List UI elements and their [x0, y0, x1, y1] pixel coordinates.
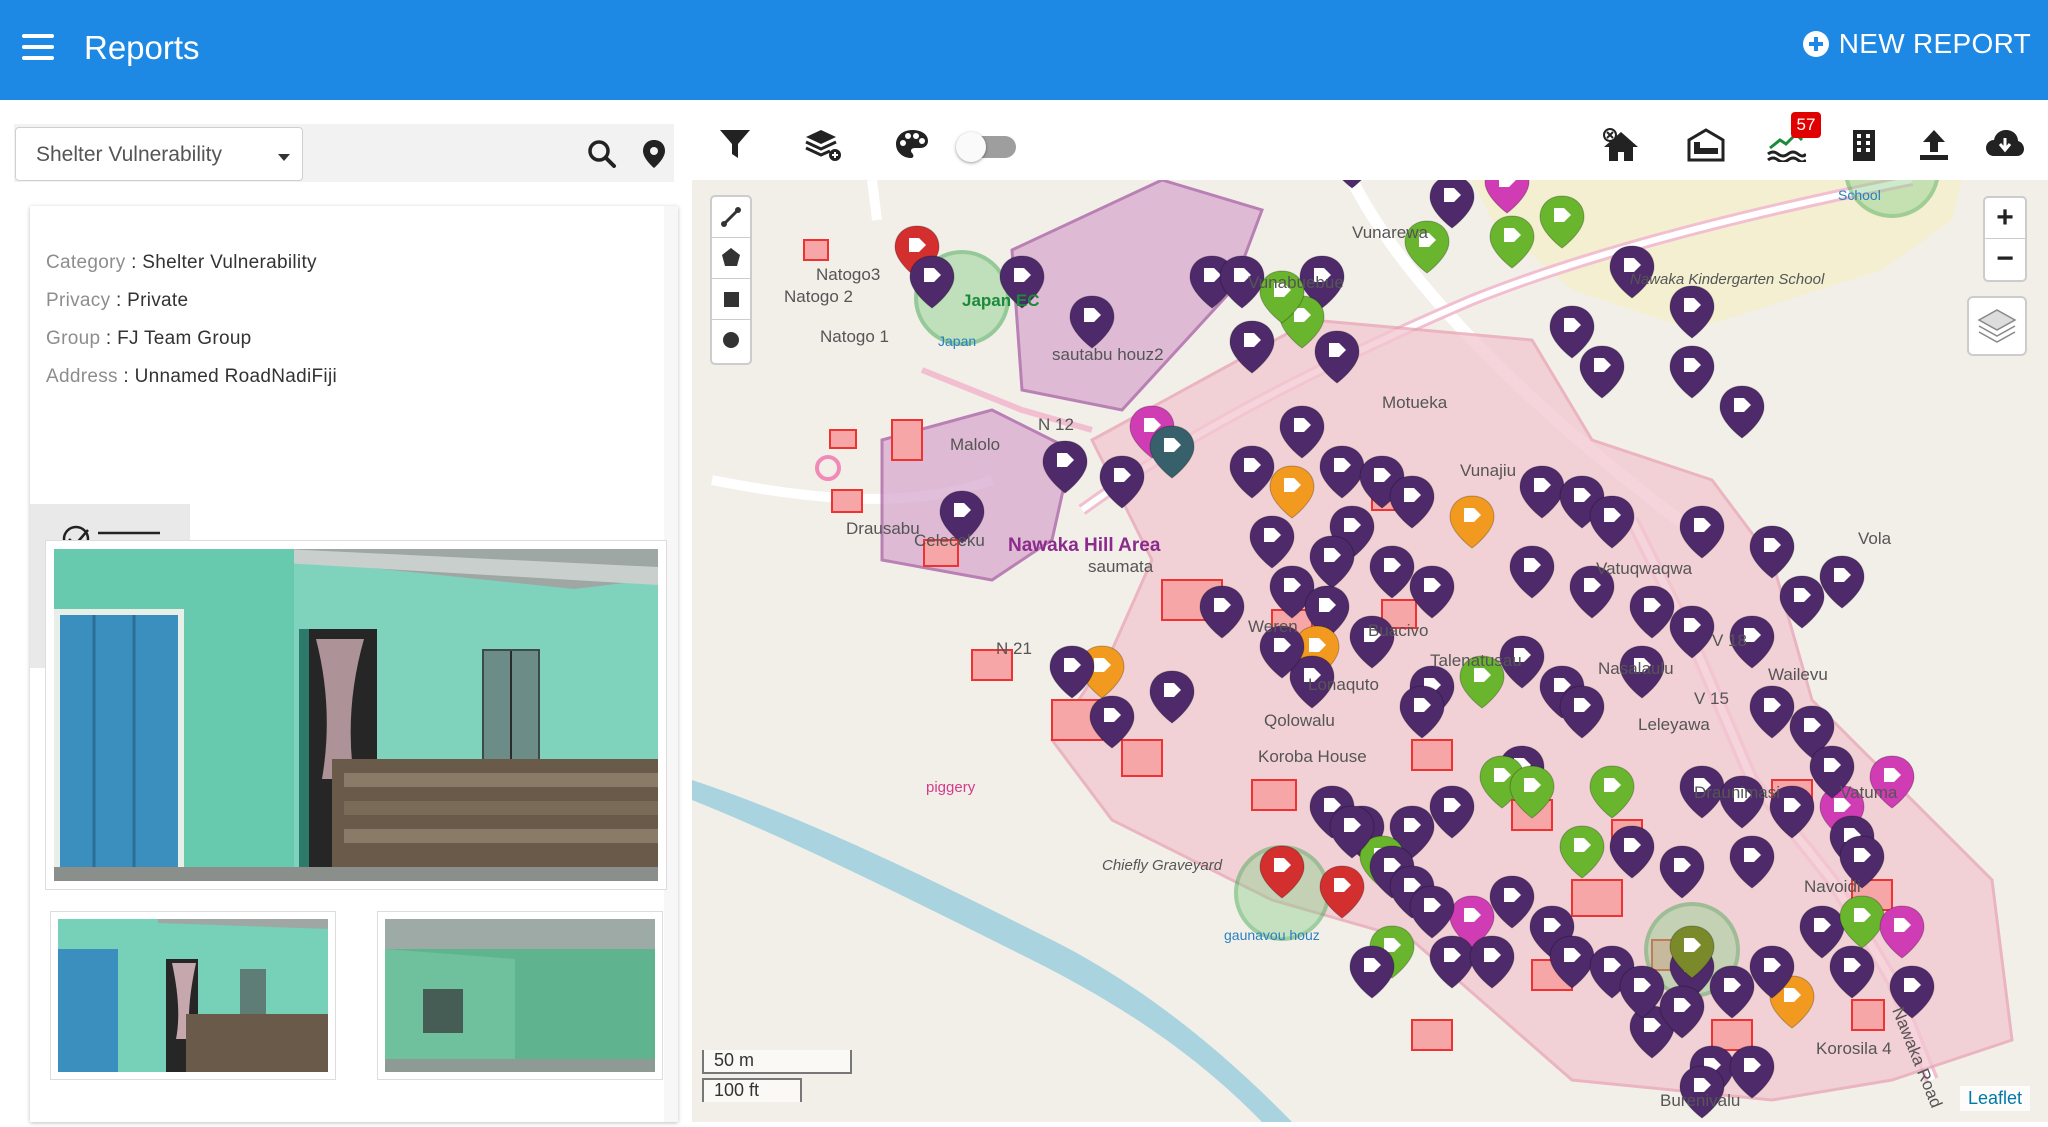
report-photo-thumb-1[interactable]: [50, 911, 336, 1080]
map-label: School: [1838, 187, 1881, 203]
meta-privacy: Privacy : Private: [46, 290, 189, 311]
map-label: Motueka: [1382, 393, 1448, 412]
map-label: Korosila 4: [1816, 1039, 1892, 1058]
map-label: Japan: [938, 333, 976, 349]
evacuation-center-icon[interactable]: [1687, 128, 1725, 162]
map-label: Nasalaulu: [1598, 659, 1674, 678]
zoom-in-button[interactable]: +: [1985, 198, 2025, 239]
draw-toolbar: [710, 195, 752, 365]
map-label: Koroba House: [1258, 747, 1367, 766]
page-title: Reports: [84, 29, 200, 66]
house-photo: [54, 549, 658, 881]
house-thumbnail: [58, 919, 328, 1072]
meta-value: Private: [127, 290, 189, 311]
draw-circle-icon[interactable]: [712, 320, 750, 361]
map-label: Natogo3: [816, 265, 880, 284]
filter-icon[interactable]: [718, 128, 752, 160]
search-bar: Shelter Vulnerability: [14, 124, 674, 182]
meta-key: Group: [46, 328, 101, 349]
add-circle-icon: [1802, 31, 1829, 57]
draw-polygon-icon[interactable]: [712, 238, 750, 279]
map-label: Vunabuebue: [1248, 273, 1344, 292]
meta-key: Privacy: [46, 290, 111, 311]
map-label: Malolo: [950, 435, 1000, 454]
report-photo-thumb-2[interactable]: [377, 911, 663, 1080]
caret-down-icon: [278, 154, 290, 161]
meta-value: Unnamed RoadNadiFiji: [134, 366, 337, 387]
building-icon[interactable]: [1850, 128, 1878, 162]
map-view[interactable]: Vunarewa Vunabuebue Natogo3 Natogo 2 Nat…: [692, 122, 2048, 1122]
map-style-toggle[interactable]: [956, 132, 1016, 162]
wall-thumbnail: [385, 919, 655, 1072]
report-panel: Shelter Vulnerability Category : Shelter…: [14, 124, 678, 1122]
map-label: piggery: [926, 779, 976, 796]
map-toolbar: [692, 114, 2048, 180]
map-label: N 12: [1038, 415, 1074, 434]
shelter-house-icon[interactable]: [1602, 128, 1640, 162]
notification-badge: 57: [1791, 112, 1821, 138]
map-label: V 15: [1694, 689, 1729, 708]
map-label: Buacivo: [1368, 621, 1428, 640]
layers-button[interactable]: [1967, 296, 2027, 356]
meta-category: Category : Shelter Vulnerability: [46, 252, 317, 273]
meta-value: FJ Team Group: [117, 328, 252, 349]
map-label: Lonaquto: [1308, 675, 1379, 694]
scale-imperial: 100 ft: [702, 1078, 802, 1102]
map-label: Navoidi: [1804, 877, 1861, 896]
new-report-button[interactable]: NEW REPORT: [1802, 28, 2031, 60]
draw-polyline-icon[interactable]: [712, 197, 750, 238]
report-photo-main[interactable]: [45, 540, 667, 890]
map-label: Talenatusau: [1430, 651, 1522, 670]
map-label: V 18: [1712, 631, 1747, 650]
cloud-download-icon[interactable]: [1984, 128, 2024, 160]
map-label: Vatuqwaqwa: [1596, 559, 1693, 578]
map-label: Nawaka Kindergarten School: [1630, 271, 1825, 288]
map-label: Qolowalu: [1264, 711, 1335, 730]
map-label: Japan EC: [962, 291, 1039, 310]
map-label: Natogo 2: [784, 287, 853, 306]
map-label: Weren: [1248, 617, 1298, 636]
map-label: Wailevu: [1768, 665, 1828, 684]
menu-icon[interactable]: [22, 34, 62, 66]
map-label: Vola: [1858, 529, 1892, 548]
map-label: Nawaka Hill Area: [1008, 535, 1161, 556]
map-label: N 21: [996, 639, 1032, 658]
meta-group: Group : FJ Team Group: [46, 328, 252, 349]
map-label: sautabu houz2: [1052, 345, 1164, 364]
search-icon[interactable]: [586, 138, 618, 170]
map-label: gaunavou houz: [1224, 927, 1320, 943]
map-label: Vatuma: [1840, 783, 1898, 802]
map-label: Chiefly Graveyard: [1102, 857, 1223, 874]
meta-key: Address: [46, 366, 118, 387]
category-select-value: Shelter Vulnerability: [36, 143, 222, 166]
layers-icon: [1977, 309, 2017, 343]
meta-value: Shelter Vulnerability: [142, 252, 317, 273]
map-label: Drausabu: [846, 519, 920, 538]
scale-metric: 50 m: [702, 1050, 852, 1074]
map-label: Leleyawa: [1638, 715, 1710, 734]
draw-rectangle-icon[interactable]: [712, 279, 750, 320]
meta-key: Category: [46, 252, 126, 273]
map-label: saumata: [1088, 557, 1154, 576]
layers-add-icon[interactable]: [804, 128, 842, 162]
category-select[interactable]: Shelter Vulnerability: [15, 127, 303, 181]
map-label: Celeceku: [914, 531, 985, 550]
map-canvas[interactable]: Vunarewa Vunabuebue Natogo3 Natogo 2 Nat…: [692, 122, 2048, 1122]
new-report-label: NEW REPORT: [1838, 28, 2031, 59]
map-label: Natogo 1: [820, 327, 889, 346]
map-label: Vunajiu: [1460, 461, 1516, 480]
location-pin-icon[interactable]: [638, 138, 670, 170]
map-label: Vunarewa: [1352, 223, 1428, 242]
app-bar: Reports NEW REPORT: [0, 0, 2048, 100]
map-label: Burenivalu: [1660, 1091, 1740, 1110]
meta-address: Address : Unnamed RoadNadiFiji: [46, 366, 337, 387]
palette-icon[interactable]: [894, 128, 930, 160]
map-label: Draunimasi: [1694, 783, 1780, 802]
leaflet-attribution[interactable]: Leaflet: [1960, 1086, 2031, 1111]
upload-icon[interactable]: [1917, 128, 1951, 162]
zoom-out-button[interactable]: −: [1985, 239, 2025, 280]
zoom-control: + −: [1983, 196, 2027, 282]
